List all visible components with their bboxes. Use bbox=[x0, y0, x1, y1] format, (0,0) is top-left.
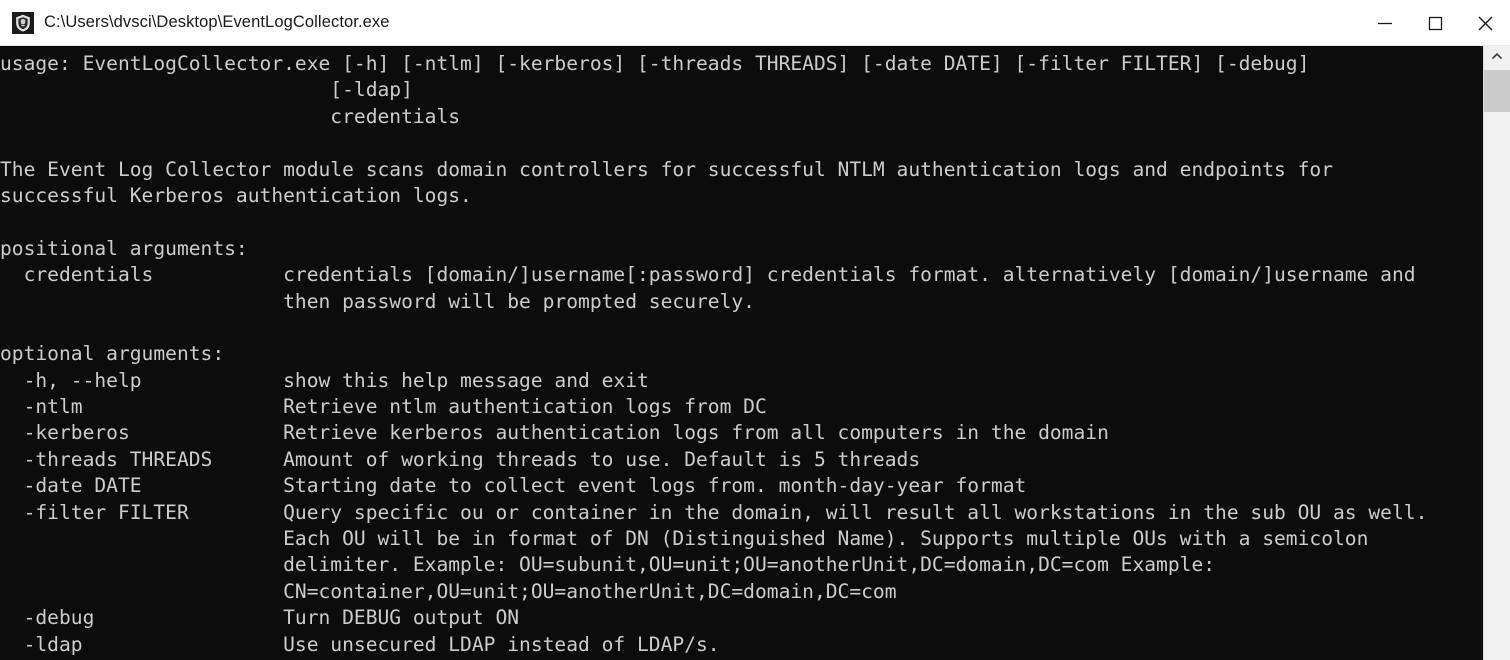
console-line: -filter FILTER Query specific ou or cont… bbox=[0, 500, 1428, 524]
console-line: -ntlm Retrieve ntlm authentication logs … bbox=[0, 395, 767, 419]
console-line: optional arguments: bbox=[0, 342, 225, 366]
close-icon bbox=[1470, 8, 1500, 38]
window-title: C:\Users\dvsci\Desktop\EventLogCollector… bbox=[44, 13, 390, 31]
shield-app-icon bbox=[12, 11, 34, 34]
minimize-icon bbox=[1370, 8, 1400, 38]
title-bar-left: C:\Users\dvsci\Desktop\EventLogCollector… bbox=[0, 11, 1360, 34]
close-button[interactable] bbox=[1460, 0, 1510, 45]
console-line: then password will be prompted securely. bbox=[0, 289, 755, 313]
vertical-scrollbar[interactable] bbox=[1483, 46, 1510, 660]
console-area: usage: EventLogCollector.exe [-h] [-ntlm… bbox=[0, 46, 1510, 660]
console-line: successful Kerberos authentication logs. bbox=[0, 183, 472, 207]
console-line: -kerberos Retrieve kerberos authenticati… bbox=[0, 421, 1109, 445]
window-controls bbox=[1360, 0, 1510, 45]
title-bar[interactable]: C:\Users\dvsci\Desktop\EventLogCollector… bbox=[0, 0, 1510, 46]
scrollbar-thumb[interactable] bbox=[1484, 70, 1510, 112]
console-line: CN=container,OU=unit;OU=anotherUnit,DC=d… bbox=[0, 579, 897, 603]
console-line: delimiter. Example: OU=subunit,OU=unit;O… bbox=[0, 553, 1216, 577]
console-line: positional arguments: bbox=[0, 236, 248, 260]
scrollbar-track[interactable] bbox=[1484, 70, 1510, 660]
console-line: -date DATE Starting date to collect even… bbox=[0, 474, 1027, 498]
minimize-button[interactable] bbox=[1360, 0, 1410, 45]
maximize-button[interactable] bbox=[1410, 0, 1460, 45]
console-line: [-ldap] bbox=[0, 78, 413, 102]
console-line: -debug Turn DEBUG output ON bbox=[0, 606, 520, 630]
console-line: credentials bbox=[0, 104, 461, 128]
console-line: -ldap Use unsecured LDAP instead of LDAP… bbox=[0, 632, 720, 656]
console-line: -threads THREADS Amount of working threa… bbox=[0, 447, 921, 471]
application-window: C:\Users\dvsci\Desktop\EventLogCollector… bbox=[0, 0, 1510, 660]
console-line: -h, --help show this help message and ex… bbox=[0, 368, 649, 392]
scroll-up-button[interactable] bbox=[1484, 46, 1510, 70]
console-line: The Event Log Collector module scans dom… bbox=[0, 157, 1333, 181]
console-output[interactable]: usage: EventLogCollector.exe [-h] [-ntlm… bbox=[0, 46, 1483, 660]
console-line: credentials credentials [domain/]usernam… bbox=[0, 263, 1416, 287]
maximize-icon bbox=[1420, 8, 1450, 38]
console-line: Each OU will be in format of DN (Disting… bbox=[0, 527, 1369, 551]
chevron-up-icon bbox=[1490, 49, 1504, 68]
console-line: usage: EventLogCollector.exe [-h] [-ntlm… bbox=[0, 52, 1310, 75]
